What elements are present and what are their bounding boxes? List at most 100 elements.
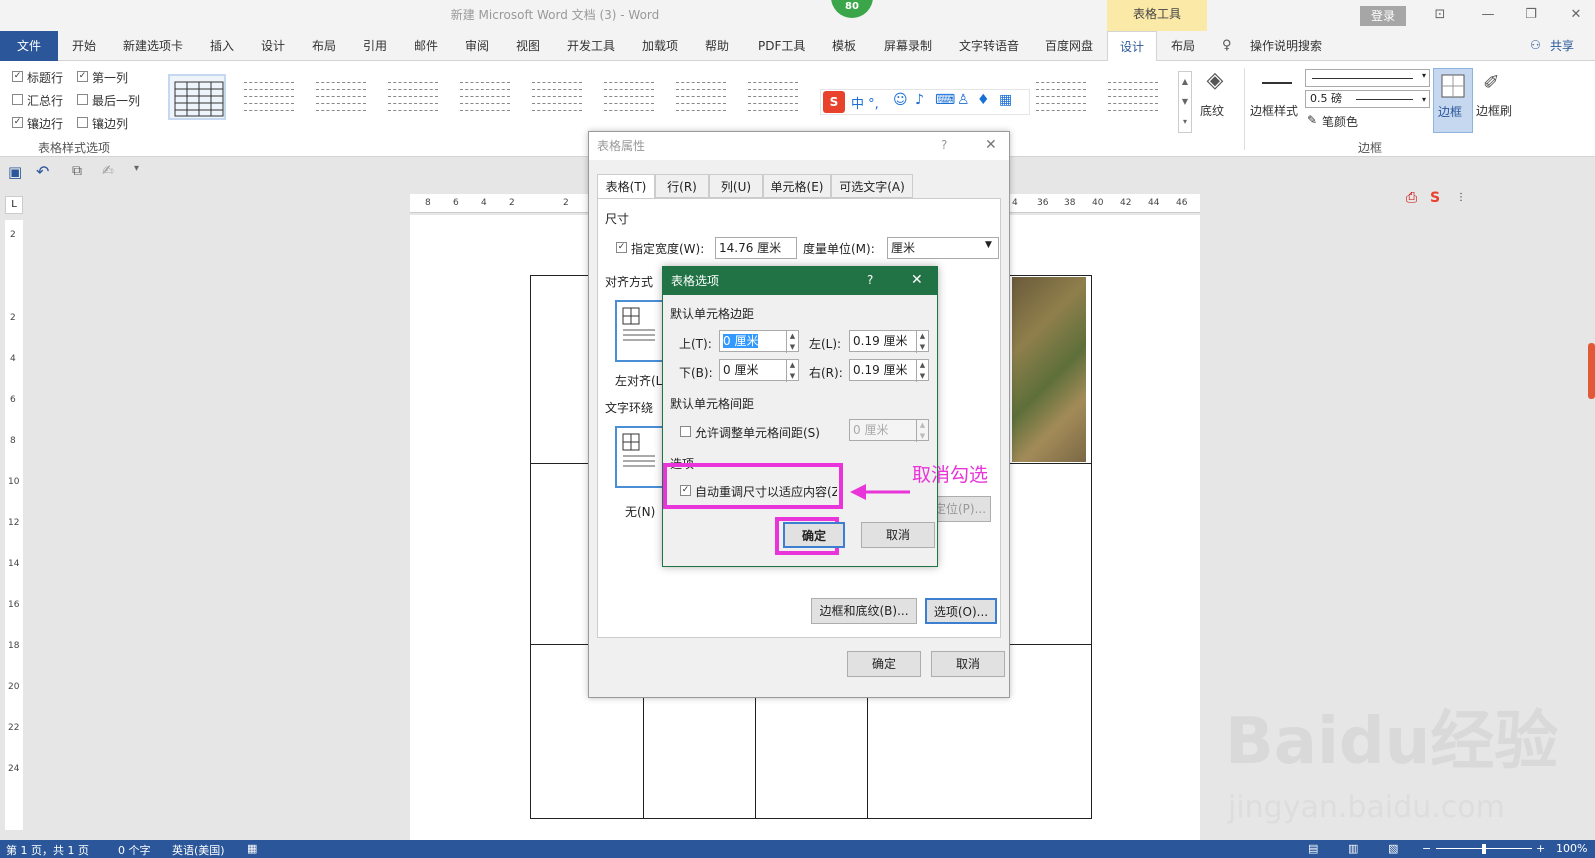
help-button[interactable]: ?	[867, 273, 873, 287]
share-button[interactable]: 共享	[1544, 31, 1580, 61]
page-count[interactable]: 第 1 页，共 1 页	[6, 842, 89, 858]
user-icon[interactable]: ♙	[957, 92, 970, 108]
pen-color-button[interactable]: 笔颜色	[1322, 113, 1358, 130]
embedded-photo[interactable]	[1012, 277, 1086, 462]
zoom-level[interactable]: 100%	[1556, 842, 1587, 855]
tab-developer[interactable]: 开发工具	[561, 31, 621, 61]
save-icon[interactable]: ▣	[8, 163, 22, 181]
tab-view[interactable]: 视图	[510, 31, 546, 61]
ime-mode-text[interactable]: 中 °,	[851, 93, 879, 112]
border-painter-icon[interactable]: ✐	[1483, 70, 1511, 98]
cancel-button[interactable]: 取消	[861, 522, 935, 548]
tab-selector-icon[interactable]: L	[5, 196, 23, 214]
measure-in-select[interactable]: 厘米	[887, 237, 999, 259]
tab-column[interactable]: 列(U)	[709, 174, 763, 198]
read-mode-icon[interactable]: ▤	[1308, 842, 1318, 855]
shading-bucket-icon[interactable]: ◈	[1200, 68, 1230, 98]
tab-help[interactable]: 帮助	[699, 31, 735, 61]
border-style-preview[interactable]	[1262, 82, 1292, 84]
spinner-icon[interactable]: ▲ ▼	[916, 331, 928, 353]
tab-alt-text[interactable]: 可选文字(A)	[831, 174, 913, 198]
restore-button[interactable]: ❐	[1518, 4, 1544, 26]
pdf-icon[interactable]: ⎙	[1406, 190, 1417, 206]
banded-rows-checkbox[interactable]: ✓	[12, 117, 23, 128]
format-painter-icon[interactable]: ✍	[102, 163, 114, 179]
table-style-grid-3[interactable]	[744, 74, 802, 120]
allow-spacing-checkbox[interactable]	[680, 426, 691, 437]
side-widget[interactable]	[1588, 343, 1595, 399]
tab-table-layout[interactable]: 布局	[1165, 31, 1201, 61]
language-indicator[interactable]: 英语(美国)	[172, 842, 225, 858]
zoom-slider-thumb[interactable]	[1482, 844, 1486, 854]
table-style-grid[interactable]	[168, 74, 226, 120]
tab-baidu-netdisk[interactable]: 百度网盘	[1039, 31, 1099, 61]
table-style-grid-5[interactable]	[1104, 74, 1162, 120]
tab-new-tab[interactable]: 新建选项卡	[117, 31, 189, 61]
word-count[interactable]: 0 个字	[118, 842, 151, 858]
pen-color-icon[interactable]: ✎	[1307, 113, 1317, 127]
tab-design[interactable]: 设计	[255, 31, 291, 61]
left-margin-input[interactable]: 0.19 厘米 ▲ ▼	[849, 330, 929, 353]
border-styles-button[interactable]: 边框样式	[1250, 102, 1298, 119]
tab-pdf-tools[interactable]: PDF工具	[752, 31, 811, 61]
table-style-grid-2[interactable]	[672, 74, 730, 120]
tab-insert[interactable]: 插入	[204, 31, 240, 61]
ok-button[interactable]: 确定	[847, 651, 921, 677]
border-painter-button[interactable]: 边框刷	[1476, 102, 1512, 119]
header-row-checkbox[interactable]: ✓	[12, 71, 23, 82]
login-button[interactable]: 登录	[1360, 6, 1406, 26]
table-style-plain-2[interactable]	[312, 74, 370, 120]
table-style-grid-light[interactable]	[600, 74, 658, 120]
tab-addins[interactable]: 加载项	[636, 31, 684, 61]
ribbon-display-options-icon[interactable]: ⊡	[1427, 4, 1453, 26]
borders-shading-button[interactable]: 边框和底纹(B)...	[811, 598, 917, 624]
tab-references[interactable]: 引用	[357, 31, 393, 61]
autoresize-checkbox[interactable]: ✓	[680, 485, 691, 496]
undo-icon[interactable]: ↶	[36, 162, 49, 181]
preferred-width-checkbox[interactable]: ✓	[616, 242, 627, 253]
tab-home[interactable]: 开始	[66, 31, 102, 61]
top-margin-input[interactable]: 0 厘米 ▲ ▼	[719, 330, 799, 353]
tab-row[interactable]: 行(R)	[655, 174, 709, 198]
web-layout-icon[interactable]: ▧	[1388, 842, 1398, 855]
spinner-icon[interactable]: ▲ ▼	[786, 331, 798, 353]
table-style-plain-4[interactable]	[456, 74, 514, 120]
print-layout-icon[interactable]: ▥	[1348, 842, 1358, 855]
ime-toolbar[interactable]: S 中 °, ☺ ♪ ⌨ ♙ ♦ ▦	[820, 89, 1030, 115]
tab-table-design[interactable]: 设计	[1107, 31, 1157, 61]
line-style-dropdown[interactable]: ▾	[1305, 69, 1430, 87]
close-window-button[interactable]: ✕	[1563, 4, 1589, 26]
toolbox-icon[interactable]: ▦	[999, 92, 1012, 108]
tab-file[interactable]: 文件	[0, 31, 58, 61]
spinner-icon[interactable]: ▲ ▼	[786, 360, 798, 382]
tell-me-search[interactable]: 操作说明搜索	[1244, 31, 1328, 61]
align-left-option[interactable]	[615, 300, 667, 362]
tab-cell[interactable]: 单元格(E)	[763, 174, 831, 198]
spinner-icon[interactable]: ▲ ▼	[916, 360, 928, 382]
tab-text-to-speech[interactable]: 文字转语音	[953, 31, 1025, 61]
tab-screen-record[interactable]: 屏幕录制	[878, 31, 938, 61]
chevron-down-icon[interactable]: ▼	[985, 240, 992, 250]
microphone-icon[interactable]: ♪	[915, 92, 924, 108]
total-row-checkbox[interactable]	[12, 94, 23, 105]
options-button[interactable]: 选项(O)...	[925, 598, 997, 624]
spinner-icon[interactable]: ▲ ▼	[916, 420, 928, 442]
last-column-checkbox[interactable]	[77, 94, 88, 105]
ok-button[interactable]: 确定	[783, 522, 845, 548]
tab-layout[interactable]: 布局	[306, 31, 342, 61]
customize-qat-icon[interactable]: ▾	[134, 163, 139, 174]
close-icon[interactable]: ✕	[911, 272, 923, 288]
table-style-plain-3[interactable]	[384, 74, 442, 120]
tab-mailings[interactable]: 邮件	[408, 31, 444, 61]
help-button[interactable]: ?	[941, 138, 947, 152]
skin-icon[interactable]: ♦	[977, 92, 990, 108]
line-weight-dropdown[interactable]: 0.5 磅 ▾	[1305, 90, 1430, 108]
sogou-ime-icon[interactable]: S	[823, 91, 845, 113]
width-input[interactable]: 14.76 厘米	[715, 237, 797, 259]
keyboard-icon[interactable]: ⌨	[935, 92, 955, 108]
emoji-icon[interactable]: ☺	[893, 92, 908, 108]
shading-button-label[interactable]: 底纹	[1200, 102, 1224, 119]
zoom-in-icon[interactable]: +	[1536, 842, 1545, 855]
sogou-icon[interactable]: S	[1430, 190, 1440, 206]
tab-templates[interactable]: 模板	[826, 31, 862, 61]
